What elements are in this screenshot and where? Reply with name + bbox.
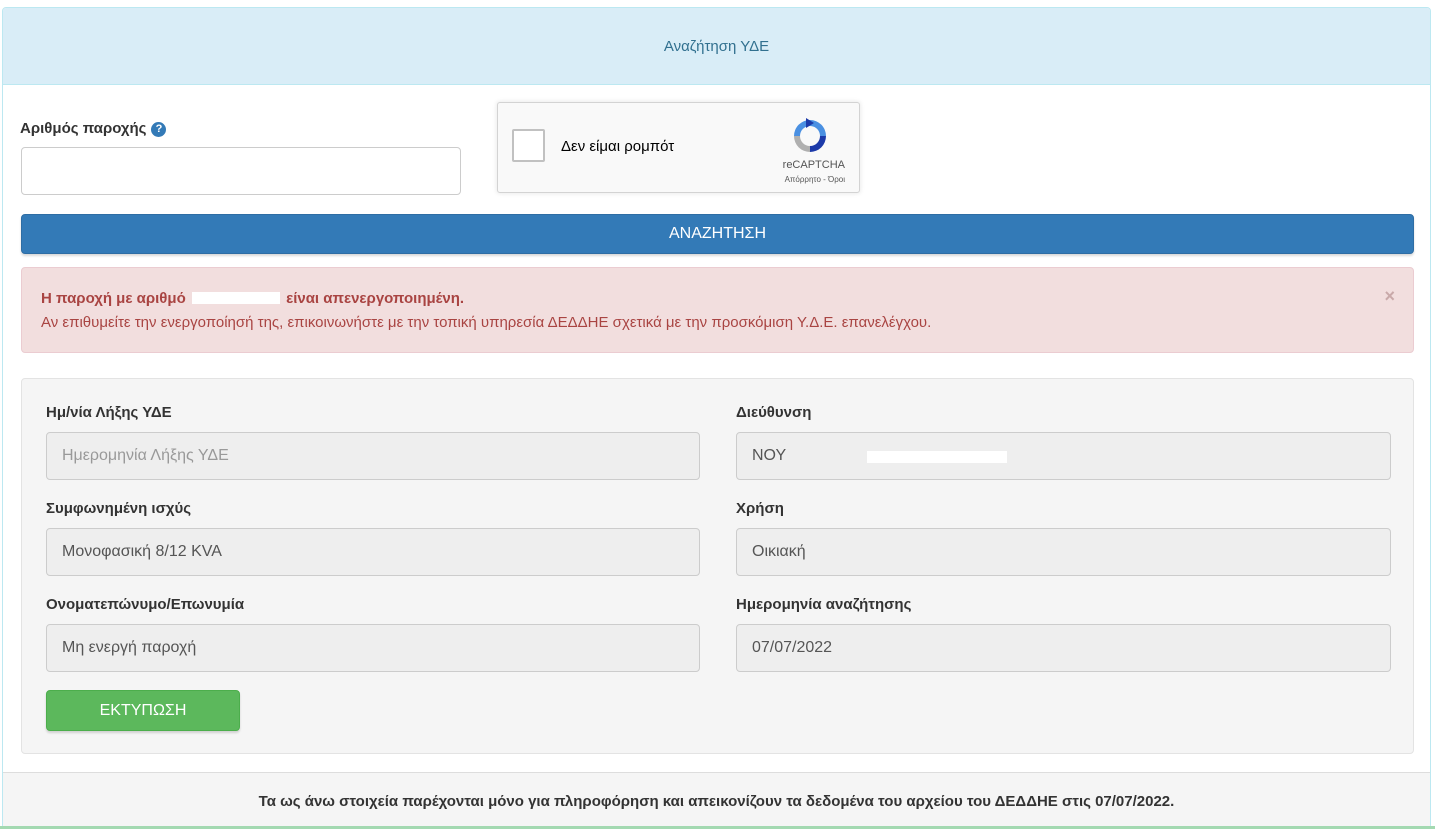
address-field: ΝΟΥ [736, 432, 1391, 480]
redacted-supply-number [191, 292, 280, 304]
agreed-power-label: Συμφωνημένη ισχύς [46, 500, 192, 517]
expiry-date-field: Ημερομηνία Λήξης ΥΔΕ [46, 432, 700, 480]
agreed-power-value: Μονοφασική 8/12 KVA [62, 543, 222, 560]
agreed-power-field: Μονοφασική 8/12 KVA [46, 528, 700, 576]
results-well: Ημ/νία Λήξης ΥΔΕ Ημερομηνία Λήξης ΥΔΕ Δι… [21, 378, 1414, 754]
search-date-field: 07/07/2022 [736, 624, 1391, 672]
recaptcha-brand: reCAPTCHA [782, 159, 845, 171]
print-button[interactable]: ΕΚΤΥΠΩΣΗ [46, 690, 240, 731]
name-field: Μη ενεργή παροχή [46, 624, 700, 672]
footer-note: Τα ως άνω στοιχεία παρέχονται μόνο για π… [3, 772, 1430, 828]
alert-title-suffix: είναι απενεργοποιημένη. [286, 290, 465, 307]
inactive-supply-alert: Η παροχή με αριθμό είναι απενεργοποιημέν… [21, 267, 1414, 353]
supply-number-label: Αριθμός παροχής? [20, 120, 167, 137]
name-label: Ονοματεπώνυμο/Επωνυμία [46, 596, 245, 613]
recaptcha-checkbox[interactable] [512, 129, 545, 162]
address-label: Διεύθυνση [736, 404, 812, 421]
address-value: ΝΟΥ [752, 447, 787, 464]
redacted-address [867, 451, 1007, 463]
expiry-date-placeholder: Ημερομηνία Λήξης ΥΔΕ [62, 447, 229, 464]
footer-text: Τα ως άνω στοιχεία παρέχονται μόνο για π… [258, 793, 1175, 810]
usage-field: Οικιακή [736, 528, 1391, 576]
search-date-label: Ημερομηνία αναζήτησης [736, 596, 912, 613]
search-button[interactable]: ΑΝΑΖΗΤΗΣΗ [21, 214, 1414, 254]
recaptcha-logo-icon [794, 118, 826, 152]
recaptcha-widget: Δεν είμαι ρομπότ reCAPTCHA Απόρρητο - Όρ… [497, 102, 860, 193]
supply-number-input[interactable] [21, 147, 461, 195]
close-icon[interactable]: × [1384, 286, 1395, 307]
usage-label: Χρήση [736, 500, 784, 517]
alert-title-prefix: Η παροχή με αριθμό [41, 290, 186, 307]
usage-value: Οικιακή [752, 543, 806, 560]
search-panel: Αναζήτηση ΥΔΕ Αριθμός παροχής? Δεν είμαι… [2, 7, 1431, 829]
alert-title: Η παροχή με αριθμό είναι απενεργοποιημέν… [41, 290, 464, 307]
supply-number-label-text: Αριθμός παροχής [20, 120, 147, 137]
name-value: Μη ενεργή παροχή [62, 639, 197, 656]
panel-heading: Αναζήτηση ΥΔΕ [3, 8, 1430, 85]
search-date-value: 07/07/2022 [752, 639, 833, 656]
recaptcha-links[interactable]: Απόρρητο - Όροι [785, 175, 845, 184]
recaptcha-label: Δεν είμαι ρομπότ [561, 138, 675, 155]
alert-message: Αν επιθυμείτε την ενεργοποίησή της, επικ… [41, 314, 932, 331]
help-icon[interactable]: ? [151, 122, 167, 137]
page-title: Αναζήτηση ΥΔΕ [663, 37, 770, 55]
expiry-date-label: Ημ/νία Λήξης ΥΔΕ [46, 404, 172, 421]
